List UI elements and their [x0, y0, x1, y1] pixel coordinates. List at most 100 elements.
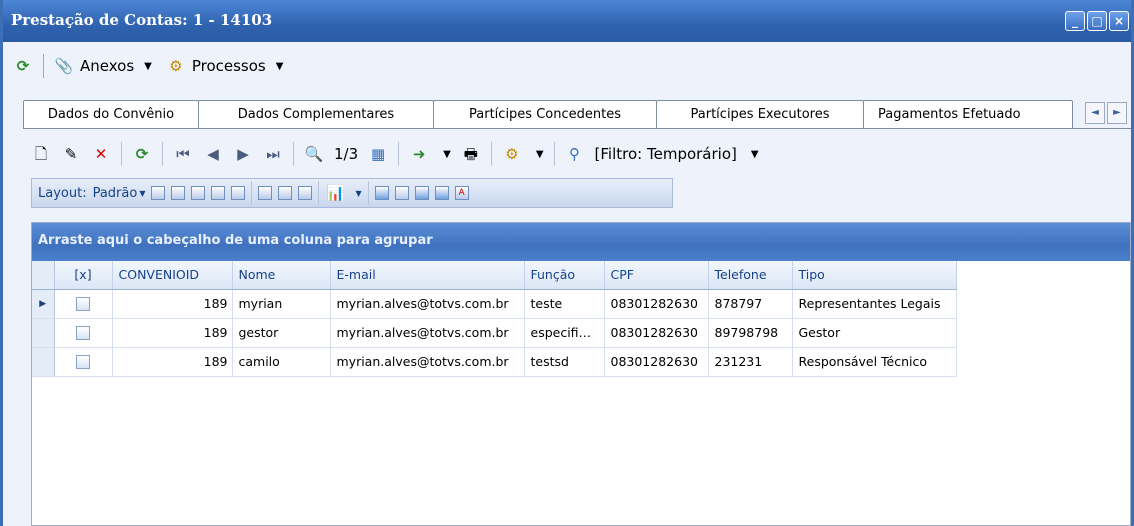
filter-icon[interactable]: ⚲ — [565, 144, 585, 164]
tab-dados-complementares[interactable]: Dados Complementares — [198, 100, 434, 128]
font-icon[interactable]: A — [454, 186, 469, 200]
chevron-down-icon[interactable]: ▼ — [355, 189, 361, 198]
cell-convenioid[interactable]: 189 — [112, 347, 233, 377]
menu-anexos[interactable]: 📎 Anexos ▼ — [54, 56, 152, 76]
tab-next-icon[interactable]: ► — [1107, 102, 1127, 124]
cell-funcao[interactable]: testsd — [524, 347, 605, 377]
column-header-telefone[interactable]: Telefone — [708, 261, 793, 290]
tab-label: Pagamentos Efetuado — [878, 107, 1021, 122]
table-row[interactable]: ▶ 189 myrian myrian.alves@totvs.com.br t… — [32, 289, 957, 319]
gears-icon: ⚙ — [169, 57, 183, 75]
refresh-icon[interactable]: ⟳ — [132, 144, 152, 164]
cell-email[interactable]: myrian.alves@totvs.com.br — [330, 289, 525, 319]
layout-select[interactable]: Padrão — [93, 186, 138, 201]
new-record-icon[interactable]: 🗋 — [31, 144, 51, 164]
column-header-cpf[interactable]: CPF — [604, 261, 709, 290]
cell-nome[interactable]: myrian — [232, 289, 331, 319]
cell-nome[interactable]: gestor — [232, 318, 331, 348]
export-icon[interactable]: ➜ — [409, 144, 429, 164]
page-counter: 1/3 — [334, 145, 359, 163]
view-list-icon[interactable] — [374, 186, 389, 200]
group-icon[interactable] — [258, 186, 273, 200]
edit-record-icon[interactable]: ✎ — [61, 144, 81, 164]
minimize-button[interactable]: _ — [1065, 11, 1085, 31]
cell-telefone[interactable]: 878797 — [708, 289, 793, 319]
table-row[interactable]: 189 camilo myrian.alves@totvs.com.br tes… — [32, 347, 957, 377]
delete-icon[interactable]: ✕ — [91, 144, 111, 164]
window-title: Prestação de Contas: 1 - 14103 — [11, 11, 273, 29]
tab-pagamentos-efetuados[interactable]: Pagamentos Efetuado — [863, 100, 1073, 128]
binoculars-icon[interactable]: 🔍 — [304, 144, 324, 164]
import-icon[interactable] — [211, 186, 226, 200]
cell-nome[interactable]: camilo — [232, 347, 331, 377]
chevron-down-icon: ▼ — [275, 60, 284, 72]
cell-email[interactable]: myrian.alves@totvs.com.br — [330, 318, 525, 348]
cell-funcao[interactable]: teste — [524, 289, 605, 319]
cell-tipo[interactable]: Responsável Técnico — [792, 347, 957, 377]
row-indicator — [32, 318, 55, 348]
row-indicator: ▶ — [32, 289, 55, 319]
column-header-convenioid[interactable]: CONVENIOID — [112, 261, 233, 290]
tab-label: Partícipes Executores — [690, 107, 830, 122]
cell-tipo[interactable]: Gestor — [792, 318, 957, 348]
tab-label: Partícipes Concedentes — [469, 107, 621, 122]
previous-record-icon[interactable]: ◀ — [203, 144, 223, 164]
upload-icon[interactable] — [231, 186, 246, 200]
header-row: [x] CONVENIOID Nome E-mail Função CPF Te… — [32, 261, 957, 290]
refresh-icon[interactable]: ⟳ — [13, 56, 33, 76]
menu-bar: ⟳ 📎 Anexos ▼ ⚙ Processos ▼ — [3, 48, 1131, 84]
column-header-funcao[interactable]: Função — [524, 261, 605, 290]
grid-view-icon[interactable]: ▦ — [368, 144, 388, 164]
row-checkbox[interactable] — [54, 289, 113, 319]
tab-prev-icon[interactable]: ◄ — [1085, 102, 1105, 124]
chevron-down-icon[interactable]: ▼ — [139, 189, 145, 198]
group-panel[interactable]: Arraste aqui o cabeçalho de uma coluna p… — [32, 223, 1130, 261]
column-header-tipo[interactable]: Tipo — [792, 261, 957, 290]
cell-convenioid[interactable]: 189 — [112, 289, 233, 319]
print-icon[interactable]: 🖶 — [461, 144, 481, 164]
close-button[interactable]: × — [1109, 11, 1129, 31]
gears-icon[interactable]: ⚙ — [502, 144, 522, 164]
grid-table: [x] CONVENIOID Nome E-mail Função CPF Te… — [32, 261, 957, 377]
sum-icon[interactable] — [278, 186, 293, 200]
cell-telefone[interactable]: 231231 — [708, 347, 793, 377]
view-green-icon[interactable] — [434, 186, 449, 200]
row-checkbox[interactable] — [54, 347, 113, 377]
next-record-icon[interactable]: ▶ — [233, 144, 253, 164]
tab-dados-convenio[interactable]: Dados do Convênio — [23, 100, 199, 128]
chevron-down-icon[interactable]: ▼ — [443, 149, 451, 160]
chart-icon[interactable]: 📊 — [325, 183, 345, 203]
column-header-select[interactable]: [x] — [54, 261, 113, 290]
cell-email[interactable]: myrian.alves@totvs.com.br — [330, 347, 525, 377]
cell-funcao[interactable]: especifi… — [524, 318, 605, 348]
title-bar[interactable]: Prestação de Contas: 1 - 14103 _ □ × — [3, 0, 1131, 42]
view-card-icon[interactable] — [414, 186, 429, 200]
tab-participes-executores[interactable]: Partícipes Executores — [656, 100, 864, 128]
delete-layout-icon[interactable] — [171, 186, 186, 200]
chevron-down-icon[interactable]: ▼ — [536, 149, 544, 160]
cell-convenioid[interactable]: 189 — [112, 318, 233, 348]
layout-label: Layout: — [38, 185, 87, 201]
filter-label[interactable]: [Filtro: Temporário] — [595, 145, 737, 163]
columns-icon[interactable] — [191, 186, 206, 200]
menu-processos[interactable]: ⚙ Processos ▼ — [166, 56, 284, 76]
cell-cpf[interactable]: 08301282630 — [604, 318, 709, 348]
record-toolbar: 🗋 ✎ ✕ ⟳ ⏮ ◀ ▶ ⏭ 🔍 1/3 ▦ ➜ ▼ 🖶 ⚙ ▼ ⚲ [Fil… — [31, 136, 821, 172]
tab-participes-concedentes[interactable]: Partícipes Concedentes — [433, 100, 657, 128]
save-layout-icon[interactable] — [151, 186, 166, 200]
view-detail-icon[interactable] — [394, 186, 409, 200]
last-record-icon[interactable]: ⏭ — [263, 144, 283, 164]
first-record-icon[interactable]: ⏮ — [173, 144, 193, 164]
column-header-nome[interactable]: Nome — [232, 261, 331, 290]
cell-cpf[interactable]: 08301282630 — [604, 289, 709, 319]
cell-telefone[interactable]: 89798798 — [708, 318, 793, 348]
cell-tipo[interactable]: Representantes Legais — [792, 289, 957, 319]
chevron-down-icon[interactable]: ▼ — [751, 149, 759, 160]
table-row[interactable]: 189 gestor myrian.alves@totvs.com.br esp… — [32, 318, 957, 348]
column-header-email[interactable]: E-mail — [330, 261, 525, 290]
format-icon[interactable] — [298, 186, 313, 200]
main-window: Prestação de Contas: 1 - 14103 _ □ × ⟳ 📎… — [0, 0, 1134, 526]
maximize-button[interactable]: □ — [1087, 11, 1107, 31]
cell-cpf[interactable]: 08301282630 — [604, 347, 709, 377]
row-checkbox[interactable] — [54, 318, 113, 348]
